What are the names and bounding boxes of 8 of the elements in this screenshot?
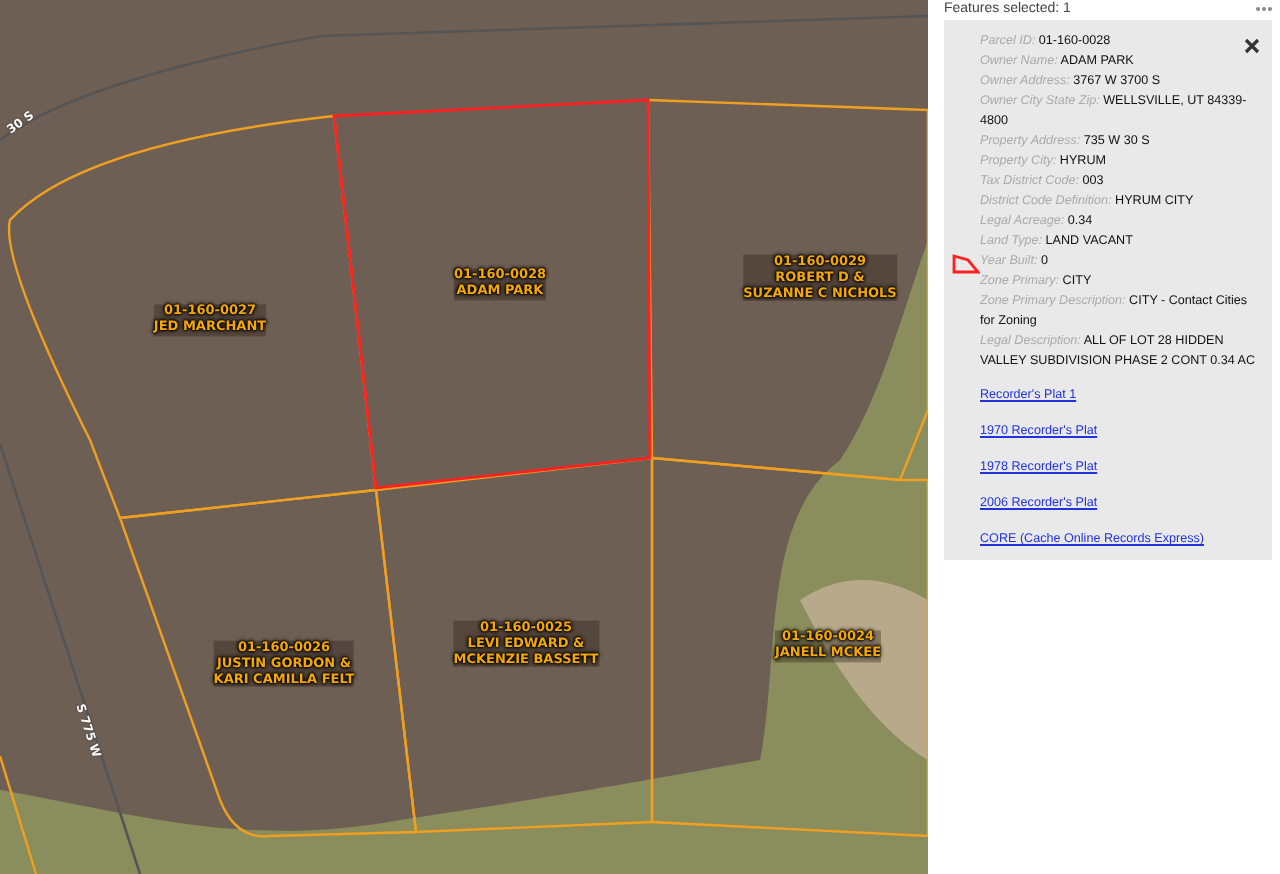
parcel-boundary-line — [0, 755, 38, 874]
parcel-outline[interactable] — [118, 488, 418, 838]
parcel-outline[interactable] — [646, 98, 928, 482]
more-icon[interactable] — [1256, 6, 1272, 12]
polygon-marker-icon — [952, 254, 980, 276]
parcel-outline[interactable] — [650, 456, 928, 838]
close-button[interactable] — [1244, 38, 1260, 54]
parcel-outline[interactable] — [374, 456, 654, 834]
